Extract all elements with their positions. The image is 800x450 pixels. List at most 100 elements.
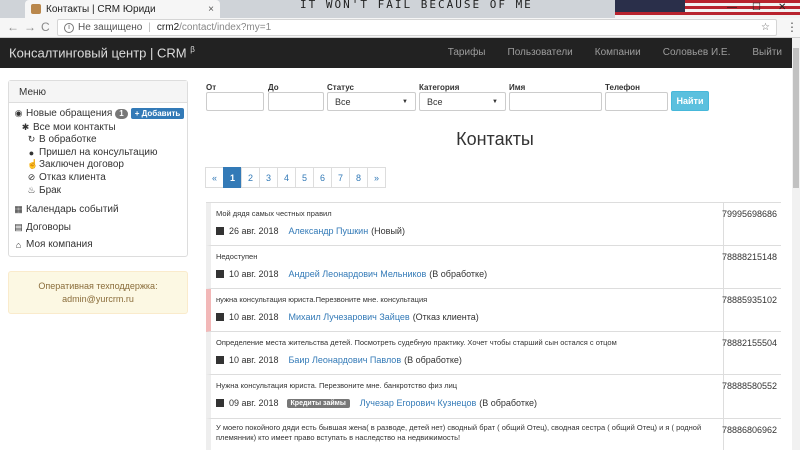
find-button[interactable]: Найти (671, 91, 709, 111)
page-5[interactable]: 5 (295, 167, 314, 188)
filter-status-label: Статус (327, 83, 354, 92)
contact-name-link[interactable]: Баир Леонардович Павлов (289, 355, 402, 365)
table-row: Мой дядя самых честных правил 26 авг. 20… (206, 203, 781, 246)
favicon-icon (31, 4, 41, 14)
filter-to-input[interactable] (268, 92, 324, 111)
tabstrip-decoration: IT WON'T FAIL BECAUSE OF ME (300, 0, 533, 11)
scrollbar-thumb[interactable] (793, 48, 799, 188)
info-icon[interactable]: i (64, 22, 74, 33)
filter-status-select[interactable]: Все ▼ (327, 92, 416, 111)
asterisk-icon: ✱ (21, 122, 30, 132)
url-path: /contact/index?my=1 (179, 22, 272, 33)
contact-status: (В обработке) (429, 269, 488, 279)
contact-phone: 78885935102 (721, 295, 777, 305)
calendar-icon (216, 313, 224, 321)
chevron-down-icon: ▼ (402, 98, 408, 105)
pagination: « 1 2 3 4 5 6 7 8 » (205, 167, 386, 188)
page-scrollbar[interactable] (792, 38, 800, 450)
table-row: Определение места жительства детей. Посм… (206, 332, 781, 375)
eye-icon: ◉ (14, 108, 23, 118)
reload-icon[interactable]: C (41, 20, 50, 34)
sidebar-item-my-company[interactable]: ⌂ Моя компания (14, 239, 93, 250)
table-row: нужна консультация юриста.Перезвоните мн… (206, 289, 781, 332)
nav-link-profile[interactable]: Соловьев И.Е. (663, 47, 731, 58)
add-contact-button[interactable]: + Добавить (130, 108, 185, 119)
contact-phone: 79995698686 (721, 209, 777, 219)
contact-comment: Мой дядя самых честных правил (216, 209, 332, 218)
contact-date: 26 авг. 2018 (229, 226, 279, 236)
page-prev[interactable]: « (205, 167, 224, 188)
sidebar-title: Меню (9, 81, 187, 103)
contacts-table: Мой дядя самых честных правил 26 авг. 20… (206, 202, 781, 450)
contact-date: 09 авг. 2018 (229, 398, 279, 408)
contact-status: (В обработке) (404, 355, 462, 365)
close-window-icon[interactable]: ✕ (778, 2, 786, 13)
sidebar-item-consultation[interactable]: ● Пришел на консультацию (27, 147, 158, 158)
sidebar-item-contracts[interactable]: ▤ Договоры (14, 222, 71, 233)
thumbs-up-icon: ☝ (27, 159, 39, 169)
calendar-icon (216, 227, 224, 235)
book-icon: ▤ (14, 222, 23, 232)
page-4[interactable]: 4 (277, 167, 296, 188)
nav-link-tariffs[interactable]: Тарифы (448, 47, 486, 58)
sidebar-item-refusal[interactable]: ⊘ Отказ клиента (27, 172, 106, 183)
filter-from-input[interactable] (206, 92, 264, 111)
brand-link[interactable]: Консалтинговый центр | CRM β (9, 45, 195, 60)
page-8[interactable]: 8 (349, 167, 368, 188)
calendar-icon (216, 270, 224, 278)
browser-tab[interactable]: Контакты | CRM Юриди × (25, 0, 220, 18)
contact-phone: 78882155504 (721, 338, 777, 348)
contact-name-link[interactable]: Михаил Лучезарович Зайцев (289, 312, 410, 322)
calendar-icon: ▦ (14, 204, 23, 214)
browser-menu-icon[interactable]: ⋮ (786, 20, 798, 34)
support-email[interactable]: admin@yurcrm.ru (9, 293, 187, 306)
sidebar-item-contract[interactable]: ☝ Заключен договор (27, 159, 124, 170)
sidebar-item-defect[interactable]: ♨ Брак (27, 185, 61, 196)
contact-name-link[interactable]: Лучезар Егорович Кузнецов (360, 398, 476, 408)
contact-date: 10 авг. 2018 (229, 355, 279, 365)
filter-category-label: Категория (419, 83, 460, 92)
address-bar[interactable]: i Не защищено | crm2/contact/index?my=1 … (57, 19, 777, 36)
contact-name-link[interactable]: Андрей Леонардович Мельников (289, 269, 427, 279)
contact-status: (Отказ клиента) (412, 312, 479, 322)
contact-name-link[interactable]: Александр Пушкин (289, 226, 369, 236)
sidebar-item-calendar[interactable]: ▦ Календарь событий (14, 204, 118, 215)
filter-category-select[interactable]: Все ▼ (419, 92, 506, 111)
home-icon: ⌂ (15, 239, 22, 250)
filter-name-input[interactable] (509, 92, 602, 111)
nav-link-logout[interactable]: Выйти (752, 47, 782, 58)
page-7[interactable]: 7 (331, 167, 350, 188)
nav-link-users[interactable]: Пользователи (508, 47, 573, 58)
sidebar-item-all-contacts[interactable]: ✱ Все мои контакты (21, 122, 116, 133)
contact-phone: 78888215148 (721, 252, 777, 262)
maximize-icon[interactable]: ☐ (752, 2, 761, 13)
back-icon[interactable]: ← (7, 20, 19, 34)
user-icon: ● (28, 147, 35, 158)
sidebar-item-in-progress[interactable]: ↻ В обработке (27, 134, 97, 145)
page-title: Контакты (456, 129, 534, 149)
chevron-down-icon: ▼ (492, 98, 498, 105)
url-host: crm2 (156, 22, 180, 33)
page-6[interactable]: 6 (313, 167, 332, 188)
page-2[interactable]: 2 (241, 167, 260, 188)
support-title: Оперативная техподдержка: (38, 281, 158, 291)
contact-status: (Новый) (371, 226, 405, 236)
refresh-icon: ↻ (27, 134, 36, 144)
contact-comment: нужна консультация юриста.Перезвоните мн… (216, 295, 428, 304)
filter-phone-input[interactable] (605, 92, 668, 111)
contact-comment: У моего покойного дяди есть бывшая жена(… (216, 423, 702, 442)
filter-from-label: От (206, 83, 217, 92)
sidebar-item-new-requests[interactable]: ◉ Новые обращения 1 + Добавить (14, 108, 185, 119)
contact-comment: Нужна консультация юриста. Перезвоните м… (216, 381, 458, 390)
bookmark-star-icon[interactable]: ☆ (761, 22, 770, 33)
page-1[interactable]: 1 (223, 167, 242, 188)
minimize-icon[interactable]: — (727, 2, 737, 13)
flag-decoration (615, 0, 800, 18)
page-next[interactable]: » (367, 167, 386, 188)
nav-link-companies[interactable]: Компании (595, 47, 641, 58)
tab-close-icon[interactable]: × (208, 4, 214, 15)
forward-icon[interactable]: → (24, 20, 36, 34)
category-label: Кредиты займы (286, 398, 350, 408)
filter-to-label: До (268, 83, 279, 92)
page-3[interactable]: 3 (259, 167, 278, 188)
